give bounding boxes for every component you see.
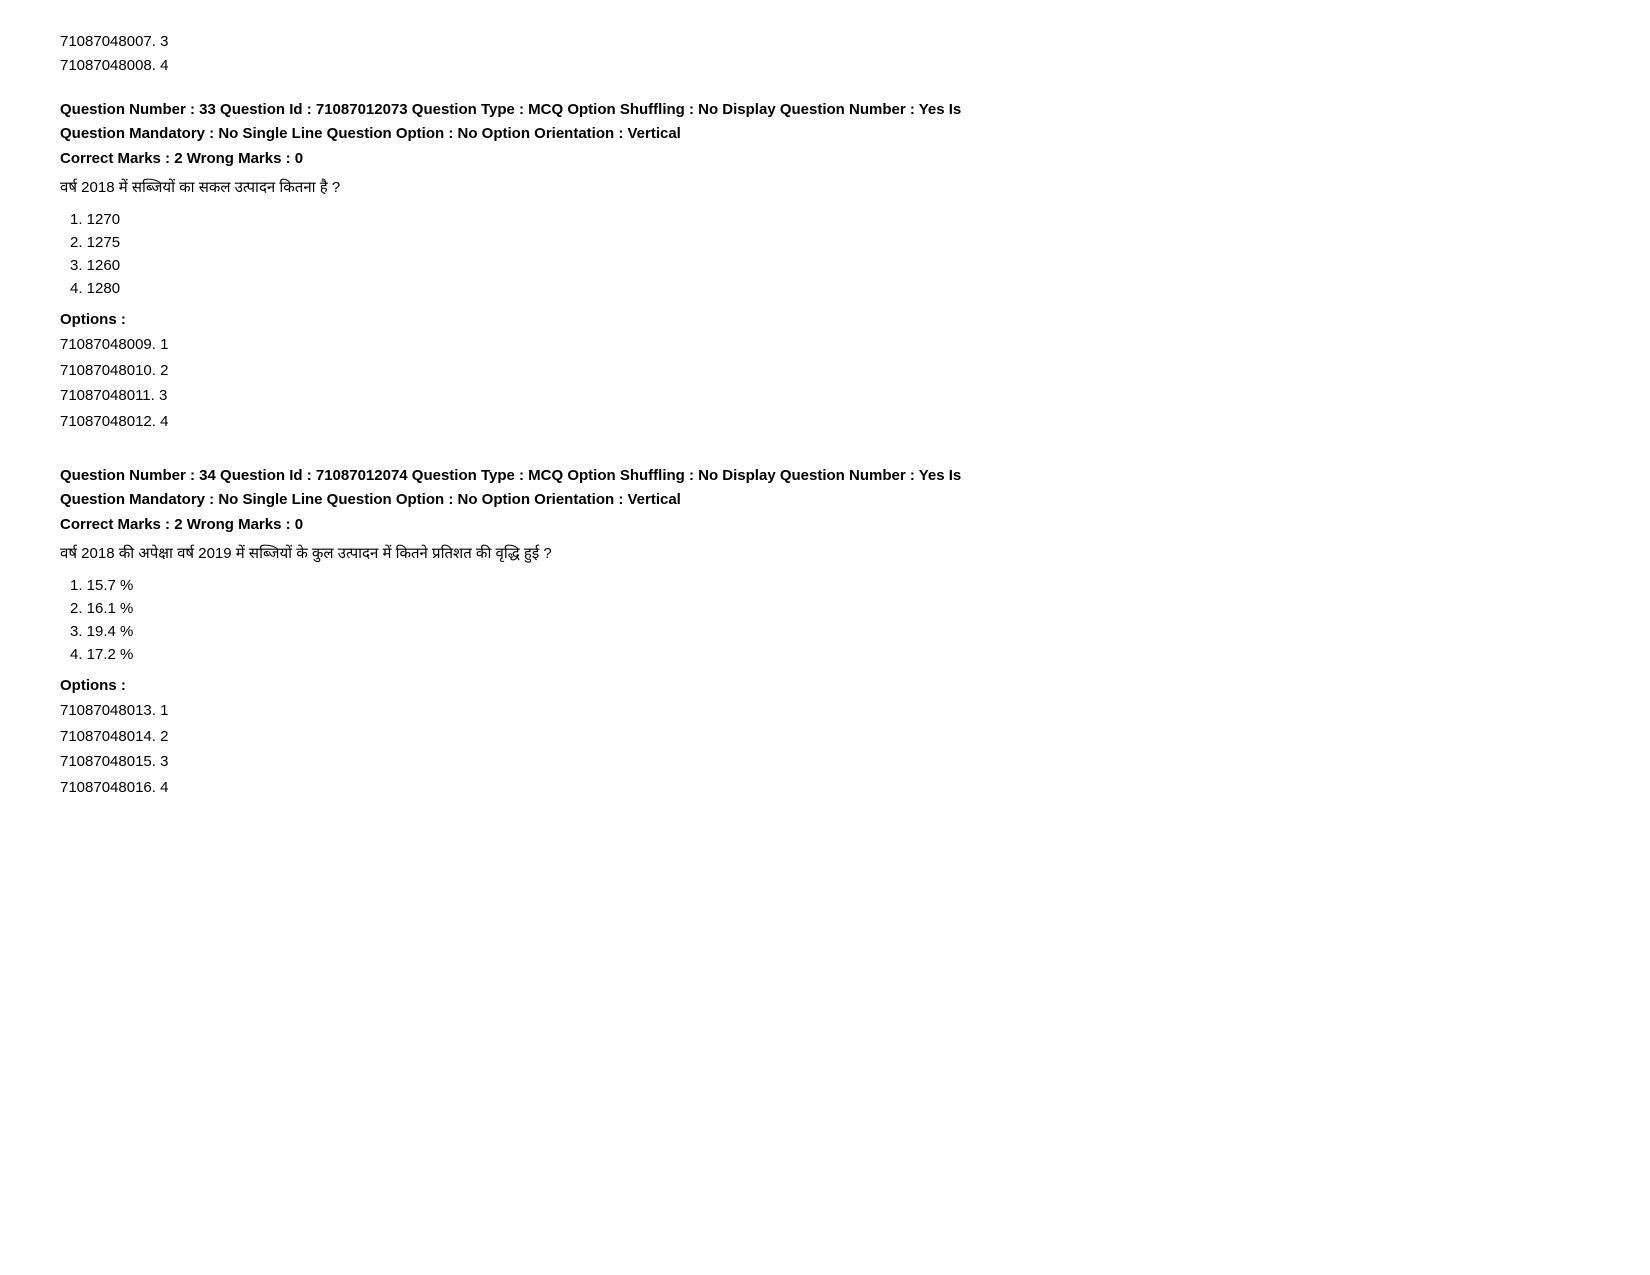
- top-id-2: 71087048008. 4: [60, 54, 1590, 78]
- question-34-option-id-2: 71087048014. 2: [60, 724, 1590, 750]
- question-34-choice-2: 2. 16.1 %: [70, 600, 1590, 617]
- question-33-option-id-1: 71087048009. 1: [60, 332, 1590, 358]
- question-33-meta-line2: Question Mandatory : No Single Line Ques…: [60, 122, 1590, 146]
- question-33-text: वर्ष 2018 में सब्जियों का सकल उत्पादन कि…: [60, 177, 1590, 197]
- question-33-meta-line1: Question Number : 33 Question Id : 71087…: [60, 98, 1590, 122]
- question-33-choice-3: 3. 1260: [70, 257, 1590, 274]
- question-33-choice-2: 2. 1275: [70, 234, 1590, 251]
- question-33-marks: Correct Marks : 2 Wrong Marks : 0: [60, 150, 1590, 167]
- question-34-options-label: Options :: [60, 677, 1590, 694]
- question-34-block: Question Number : 34 Question Id : 71087…: [60, 464, 1590, 800]
- question-34-choices: 1. 15.7 % 2. 16.1 % 3. 19.4 % 4. 17.2 %: [60, 577, 1590, 663]
- question-34-meta: Question Number : 34 Question Id : 71087…: [60, 464, 1590, 512]
- question-33-options-label: Options :: [60, 311, 1590, 328]
- question-34-meta-line1: Question Number : 34 Question Id : 71087…: [60, 464, 1590, 488]
- question-33-meta: Question Number : 33 Question Id : 71087…: [60, 98, 1590, 146]
- question-34-choice-4: 4. 17.2 %: [70, 646, 1590, 663]
- question-33-choice-1: 1. 1270: [70, 211, 1590, 228]
- question-34-choice-1: 1. 15.7 %: [70, 577, 1590, 594]
- top-ids-block: 71087048007. 3 71087048008. 4: [60, 30, 1590, 78]
- question-33-choices: 1. 1270 2. 1275 3. 1260 4. 1280: [60, 211, 1590, 297]
- question-33-option-id-4: 71087048012. 4: [60, 409, 1590, 435]
- question-33-choice-4: 4. 1280: [70, 280, 1590, 297]
- question-34-choice-3: 3. 19.4 %: [70, 623, 1590, 640]
- question-33-block: Question Number : 33 Question Id : 71087…: [60, 98, 1590, 434]
- top-id-1: 71087048007. 3: [60, 30, 1590, 54]
- question-34-option-ids: 71087048013. 1 71087048014. 2 7108704801…: [60, 698, 1590, 800]
- question-33-option-id-2: 71087048010. 2: [60, 358, 1590, 384]
- question-33-option-ids: 71087048009. 1 71087048010. 2 7108704801…: [60, 332, 1590, 434]
- question-34-option-id-3: 71087048015. 3: [60, 749, 1590, 775]
- question-33-option-id-3: 71087048011. 3: [60, 383, 1590, 409]
- question-34-marks: Correct Marks : 2 Wrong Marks : 0: [60, 516, 1590, 533]
- question-34-text: वर्ष 2018 की अपेक्षा वर्ष 2019 में सब्जि…: [60, 543, 1590, 563]
- question-34-option-id-4: 71087048016. 4: [60, 775, 1590, 801]
- question-34-option-id-1: 71087048013. 1: [60, 698, 1590, 724]
- question-34-meta-line2: Question Mandatory : No Single Line Ques…: [60, 488, 1590, 512]
